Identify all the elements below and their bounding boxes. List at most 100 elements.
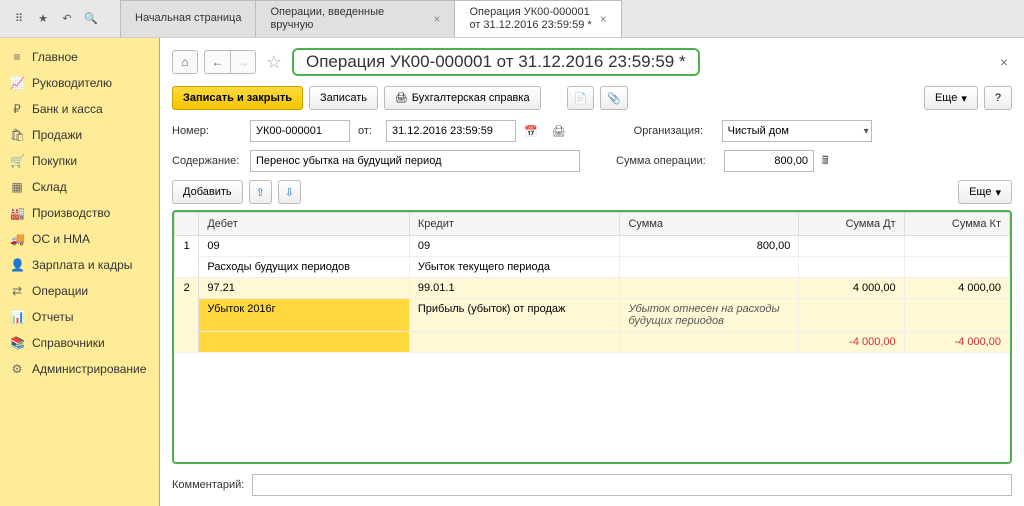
sum-label: Сумма операции: xyxy=(616,155,716,167)
tab-label: Операции, введенные вручную xyxy=(270,6,425,32)
sum-dt-cell[interactable]: 4 000,00 xyxy=(799,278,904,299)
sidebar-item-warehouse[interactable]: ▦Склад xyxy=(0,174,159,200)
close-page-button[interactable]: × xyxy=(996,50,1012,74)
save-button[interactable]: Записать xyxy=(309,86,378,110)
home-button[interactable]: ⌂ xyxy=(172,50,198,74)
nav-group: ← → xyxy=(204,50,256,74)
sum-extra[interactable] xyxy=(620,332,799,353)
sidebar-item-bank[interactable]: ₽ Банк и касса xyxy=(0,96,159,122)
move-up-button[interactable]: ⇧ xyxy=(249,180,272,204)
table-row[interactable]: 2 97.21 99.01.1 4 000,00 4 000,00 xyxy=(175,278,1010,299)
attach-button[interactable]: 📎 xyxy=(600,86,628,110)
col-num xyxy=(175,213,199,236)
debit-code[interactable]: 97.21 xyxy=(199,278,410,299)
col-sum-dt[interactable]: Сумма Дт xyxy=(799,213,904,236)
save-close-button[interactable]: Записать и закрыть xyxy=(172,86,303,110)
sidebar-item-admin[interactable]: ⚙Администрирование xyxy=(0,356,159,382)
sum-desc[interactable] xyxy=(620,257,799,278)
sum-kt-cell[interactable] xyxy=(904,236,1009,257)
close-icon[interactable]: × xyxy=(433,12,440,26)
sidebar-item-payroll[interactable]: 👤Зарплата и кадры xyxy=(0,252,159,278)
sidebar-item-purchases[interactable]: 🛒Покупки xyxy=(0,148,159,174)
debit-code[interactable]: 09 xyxy=(199,236,410,257)
sidebar-item-directories[interactable]: 📚Справочники xyxy=(0,330,159,356)
credit-desc[interactable]: Прибыль (убыток) от продаж xyxy=(409,299,620,332)
sidebar-item-assets[interactable]: 🚚ОС и НМА xyxy=(0,226,159,252)
move-down-button[interactable]: ⇩ xyxy=(278,180,301,204)
sidebar-item-label: Руководителю xyxy=(32,76,112,90)
sidebar-item-label: Продажи xyxy=(32,128,82,142)
comment-label: Комментарий: xyxy=(172,479,244,491)
form-row-1: Номер: от: 📅 🖨 Организация: ▾ xyxy=(172,120,1012,142)
star-icon[interactable]: ★ xyxy=(32,8,54,30)
sidebar-item-sales[interactable]: 🛍 Продажи xyxy=(0,122,159,148)
org-input[interactable] xyxy=(722,120,872,142)
tab-operations[interactable]: Операции, введенные вручную × xyxy=(255,0,455,37)
help-button[interactable]: ? xyxy=(984,86,1012,110)
sum-cell[interactable]: 800,00 xyxy=(620,236,799,257)
comment-input[interactable] xyxy=(252,474,1012,496)
dt-kt-button[interactable]: 📄 xyxy=(567,86,595,110)
cart-icon: 🛒 xyxy=(10,154,24,168)
credit-extra[interactable] xyxy=(409,332,620,353)
credit-code[interactable]: 09 xyxy=(409,236,620,257)
back-button[interactable]: ← xyxy=(204,50,230,74)
close-icon[interactable]: × xyxy=(600,12,607,26)
grid-more-button[interactable]: Еще ▾ xyxy=(958,180,1012,204)
sidebar-item-reports[interactable]: 📊Отчеты xyxy=(0,304,159,330)
sum-input[interactable] xyxy=(724,150,814,172)
credit-code[interactable]: 99.01.1 xyxy=(409,278,620,299)
sum-cell[interactable] xyxy=(620,278,799,299)
ruble-icon: ₽ xyxy=(10,102,24,116)
gear-icon: ⚙ xyxy=(10,362,24,376)
sum-dt-neg[interactable]: -4 000,00 xyxy=(799,332,904,353)
tab-operation-detail[interactable]: Операция УК00-000001от 31.12.2016 23:59:… xyxy=(454,0,621,37)
table-row[interactable]: 1 09 09 800,00 xyxy=(175,236,1010,257)
sidebar-item-main[interactable]: ≡Главное xyxy=(0,44,159,70)
forward-button[interactable]: → xyxy=(230,50,256,74)
sidebar-item-label: Операции xyxy=(32,284,88,298)
sum-dt-cell[interactable] xyxy=(799,236,904,257)
row-number: 1 xyxy=(175,236,199,278)
menu-icon: ≡ xyxy=(10,50,24,64)
search-icon[interactable]: 🔍 xyxy=(80,8,102,30)
debit-desc[interactable]: Расходы будущих периодов xyxy=(199,257,410,278)
sidebar-item-operations[interactable]: ⇄Операции xyxy=(0,278,159,304)
tab-label: Операция УК00-000001от 31.12.2016 23:59:… xyxy=(469,6,591,32)
credit-desc[interactable]: Убыток текущего периода xyxy=(409,257,620,278)
sidebar-item-manager[interactable]: 📈Руководителю xyxy=(0,70,159,96)
date-input[interactable] xyxy=(386,120,516,142)
debit-desc[interactable]: Убыток 2016г xyxy=(199,299,410,332)
col-debit[interactable]: Дебет xyxy=(199,213,410,236)
sum-kt-cell[interactable]: 4 000,00 xyxy=(904,278,1009,299)
debit-extra[interactable] xyxy=(199,332,410,353)
grid-toolbar: Добавить ⇧ ⇩ Еще ▾ xyxy=(172,180,1012,204)
apps-icon[interactable]: ⠿ xyxy=(8,8,30,30)
row-number: 2 xyxy=(175,278,199,353)
sidebar-item-label: Банк и касса xyxy=(32,102,103,116)
table-row[interactable]: Расходы будущих периодов Убыток текущего… xyxy=(175,257,1010,278)
accounting-ref-button[interactable]: Бухгалтерская справка xyxy=(384,86,541,110)
calculator-icon[interactable]: 🖩 xyxy=(822,152,829,171)
more-button[interactable]: Еще ▾ xyxy=(924,86,978,110)
history-icon[interactable]: ↶ xyxy=(56,8,78,30)
dropdown-icon[interactable]: ▾ xyxy=(864,126,869,137)
sum-desc[interactable]: Убыток отнесен на расходы будущих период… xyxy=(620,299,799,332)
content-input[interactable] xyxy=(250,150,580,172)
print-small-icon[interactable]: 🖨 xyxy=(552,125,566,138)
favorite-button[interactable]: ☆ xyxy=(262,50,286,74)
add-button[interactable]: Добавить xyxy=(172,180,243,204)
sidebar-item-production[interactable]: 🏭Производство xyxy=(0,200,159,226)
col-sum-kt[interactable]: Сумма Кт xyxy=(904,213,1009,236)
bag-icon: 🛍 xyxy=(10,128,24,142)
grid-header-row: Дебет Кредит Сумма Сумма Дт Сумма Кт xyxy=(175,213,1010,236)
tab-start[interactable]: Начальная страница xyxy=(120,0,256,37)
col-sum[interactable]: Сумма xyxy=(620,213,799,236)
col-credit[interactable]: Кредит xyxy=(409,213,620,236)
grid-icon: ▦ xyxy=(10,180,24,194)
table-row[interactable]: -4 000,00 -4 000,00 xyxy=(175,332,1010,353)
table-row[interactable]: Убыток 2016г Прибыль (убыток) от продаж … xyxy=(175,299,1010,332)
calendar-icon[interactable]: 📅 xyxy=(524,125,538,138)
number-input[interactable] xyxy=(250,120,350,142)
sum-kt-neg[interactable]: -4 000,00 xyxy=(904,332,1009,353)
